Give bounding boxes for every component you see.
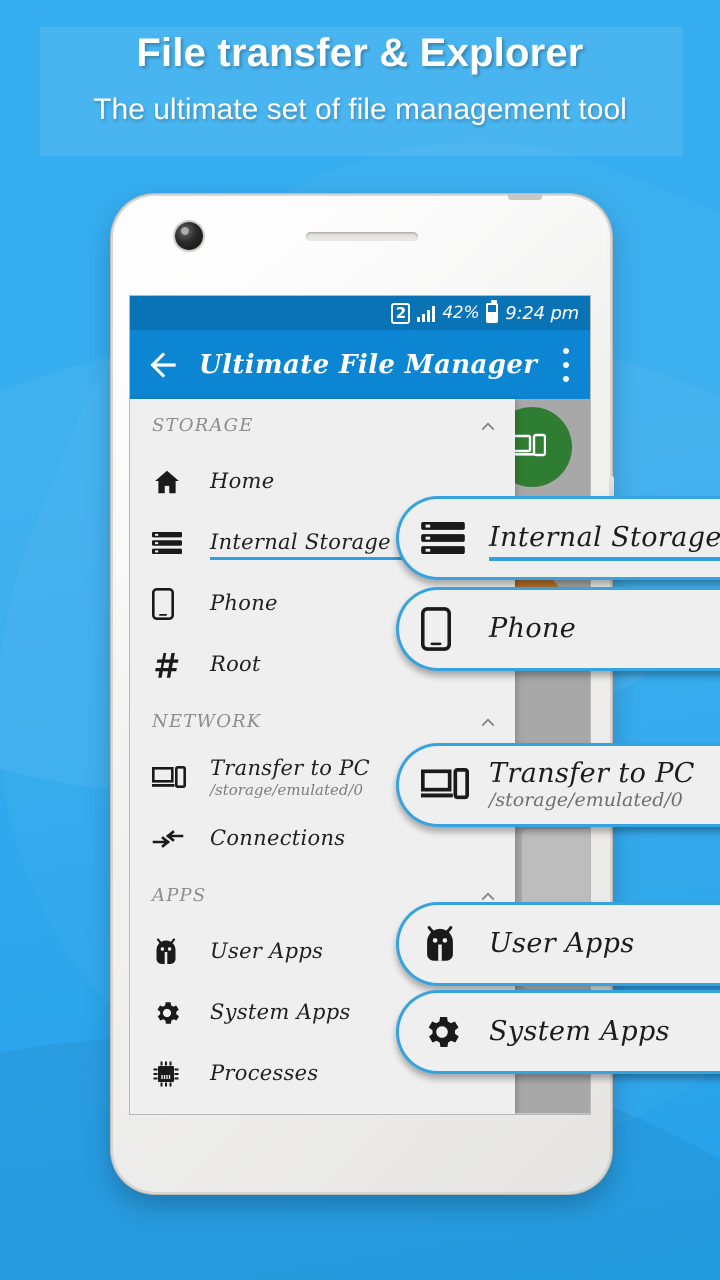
- storage-icon: [152, 531, 194, 554]
- callout-text: Transfer to PC /storage/emulated/0: [489, 758, 695, 812]
- phone-icon: [421, 607, 477, 651]
- item-label: System Apps: [210, 999, 351, 1024]
- item-text: System Apps: [210, 999, 351, 1024]
- drawer-section-header-storage[interactable]: STORAGE: [130, 399, 515, 451]
- transfer-pc-icon: [152, 765, 194, 790]
- item-label: Phone: [210, 590, 278, 615]
- item-label: Connections: [210, 825, 346, 850]
- item-text: Transfer to PC /storage/emulated/0: [210, 755, 370, 799]
- overflow-menu-icon[interactable]: [562, 347, 570, 382]
- callout-label: User Apps: [489, 928, 635, 960]
- storage-icon: [421, 522, 477, 554]
- drawer-section-header-network[interactable]: NETWORK: [130, 695, 515, 747]
- callout-label: Phone: [489, 613, 577, 645]
- item-text: Root: [210, 651, 261, 676]
- callout-user-apps[interactable]: User Apps: [396, 902, 720, 986]
- back-arrow-icon[interactable]: [144, 346, 182, 384]
- item-subtitle: /storage/emulated/0: [210, 780, 364, 799]
- callout-label: Transfer to PC: [489, 758, 695, 790]
- callout-internal-storage[interactable]: Internal Storage: [396, 496, 720, 580]
- promo-subtitle: The ultimate set of file management tool: [93, 93, 627, 126]
- gear-icon: [421, 1011, 477, 1053]
- callout-underline: [489, 556, 720, 561]
- battery-percent-label: 42%: [442, 303, 480, 323]
- callout-label: Internal Storage: [489, 522, 720, 554]
- item-label: Processes: [210, 1060, 319, 1085]
- callout-text: User Apps: [489, 928, 635, 959]
- callout-system-apps[interactable]: System Apps: [396, 990, 720, 1074]
- item-text: User Apps: [210, 938, 324, 963]
- phone-icon: [152, 587, 194, 620]
- android-icon: [152, 937, 194, 967]
- chevron-up-icon[interactable]: [477, 710, 499, 732]
- callout-phone[interactable]: Phone: [396, 587, 720, 671]
- item-text: Internal Storage: [210, 529, 391, 554]
- front-camera-icon: [175, 222, 203, 250]
- callout-transfer-to-pc[interactable]: Transfer to PC /storage/emulated/0: [396, 743, 720, 827]
- promo-title: File transfer & Explorer: [136, 31, 584, 75]
- status-bar: 2 42% 9:24 pm: [130, 296, 590, 330]
- app-bar-title: Ultimate File Manager: [199, 349, 538, 380]
- signal-bars-icon: [417, 305, 436, 322]
- gear-icon: [152, 998, 194, 1028]
- sim-badge-icon: 2: [391, 302, 411, 324]
- battery-icon: [486, 300, 499, 323]
- phone-top-notch: [508, 194, 542, 200]
- item-label: Internal Storage: [210, 529, 391, 554]
- hash-icon: [152, 650, 194, 680]
- android-icon: [421, 924, 477, 965]
- transfer-pc-icon: [421, 768, 477, 802]
- cpu-chip-icon: [152, 1060, 194, 1088]
- callout-subtitle: /storage/emulated/0: [489, 789, 683, 812]
- item-label: User Apps: [210, 938, 324, 963]
- item-text: Home: [210, 468, 275, 493]
- item-label: Root: [210, 651, 261, 676]
- section-title: NETWORK: [152, 710, 262, 732]
- callout-text: Internal Storage: [489, 522, 720, 561]
- item-label: Transfer to PC: [210, 755, 370, 780]
- connections-icon: [152, 827, 194, 851]
- chevron-up-icon[interactable]: [477, 414, 499, 436]
- item-text: Phone: [210, 590, 278, 615]
- callout-text: Phone: [489, 613, 576, 644]
- earpiece-speaker: [305, 232, 418, 241]
- section-title: STORAGE: [152, 414, 254, 436]
- item-text: Connections: [210, 825, 346, 850]
- app-bar: Ultimate File Manager: [130, 330, 590, 399]
- callout-label: System Apps: [489, 1016, 670, 1048]
- callout-text: System Apps: [489, 1016, 670, 1047]
- promo-header: File transfer & Explorer The ultimate se…: [0, 28, 720, 129]
- clock-label: 9:24 pm: [505, 302, 579, 324]
- item-text: Processes: [210, 1060, 319, 1085]
- home-icon: [152, 467, 194, 497]
- item-label: Home: [210, 468, 275, 493]
